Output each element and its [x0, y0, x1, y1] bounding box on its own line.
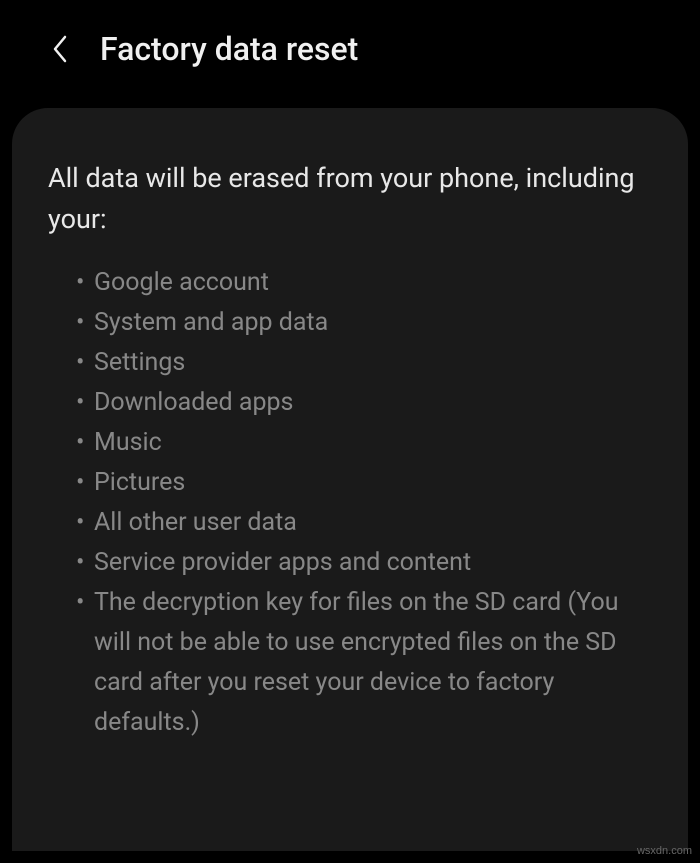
list-item: Pictures	[76, 463, 652, 503]
page-title: Factory data reset	[100, 30, 358, 68]
list-item: Downloaded apps	[76, 383, 652, 423]
list-item: Service provider apps and content	[76, 543, 652, 583]
list-item: All other user data	[76, 503, 652, 543]
list-item: Settings	[76, 343, 652, 383]
list-item: Music	[76, 423, 652, 463]
back-icon[interactable]	[48, 37, 72, 61]
bullet-list: Google account System and app data Setti…	[48, 263, 652, 743]
list-item: Google account	[76, 263, 652, 303]
header: Factory data reset	[0, 0, 700, 108]
watermark: wsxdn.com	[637, 845, 692, 857]
list-item: The decryption key for files on the SD c…	[76, 583, 652, 743]
list-item: System and app data	[76, 303, 652, 343]
intro-text: All data will be erased from your phone,…	[48, 158, 652, 239]
content-card: All data will be erased from your phone,…	[12, 108, 688, 851]
